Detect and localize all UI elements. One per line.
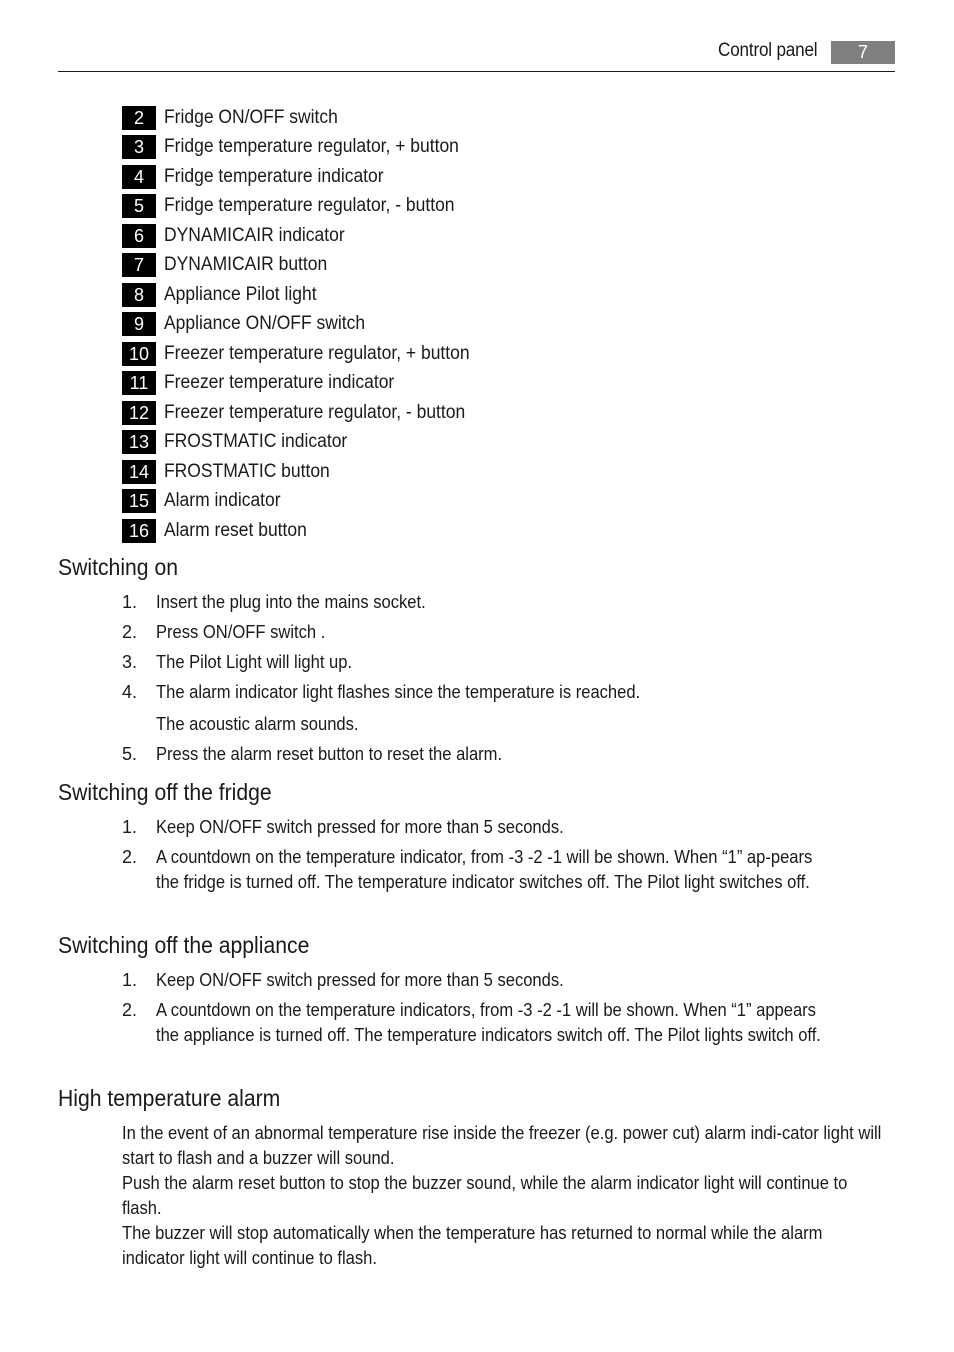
legend-label: Freezer temperature regulator, + button <box>164 342 470 364</box>
legend-number: 14 <box>122 459 156 484</box>
step-item: 5. Press the alarm reset button to reset … <box>122 742 892 767</box>
switching-on-steps: 1. Insert the plug into the mains socket.… <box>122 590 892 767</box>
section-title-high-temperature-alarm: High temperature alarm <box>58 1085 281 1111</box>
step-number: 2. <box>122 847 138 867</box>
step-item: 1. Keep ON/OFF switch pressed for more th… <box>122 815 892 840</box>
high-temperature-alarm-text: In the event of an abnormal temperature … <box>122 1121 886 1271</box>
legend-number: 12 <box>122 400 156 425</box>
step-text: The Pilot Light will light up. <box>156 652 353 672</box>
switching-off-fridge-steps: 1. Keep ON/OFF switch pressed for more th… <box>122 815 892 895</box>
page-number-badge: 7 <box>831 41 895 64</box>
legend-label: Appliance ON/OFF switch <box>164 313 366 335</box>
step-number: 2. <box>122 622 138 642</box>
header-title: Control panel <box>717 40 818 61</box>
legend-number: 7 <box>122 253 156 278</box>
legend-label: Fridge temperature indicator <box>164 165 384 187</box>
legend-number: 10 <box>122 341 156 366</box>
page-header: Control panel 7 <box>58 38 895 72</box>
legend-item: 16 Alarm reset button <box>122 516 496 546</box>
legend-item: 14 FROSTMATIC button <box>122 457 496 487</box>
step-item: 1. Insert the plug into the mains socket. <box>122 590 892 615</box>
switching-off-appliance-steps: 1. Keep ON/OFF switch pressed for more th… <box>122 968 892 1048</box>
legend-number: 4 <box>122 164 156 189</box>
control-panel-legend: 2 Fridge ON/OFF switch 3 Fridge temperatur… <box>122 103 496 546</box>
section-title-switching-off-fridge: Switching off the fridge <box>58 779 272 805</box>
paragraph: Push the alarm reset button to stop the … <box>122 1173 848 1218</box>
legend-number: 15 <box>122 489 156 514</box>
step-item: 4. The alarm indicator light flashes sinc… <box>122 680 892 705</box>
step-number: 5. <box>122 744 138 764</box>
step-text: Press ON/OFF switch . <box>156 622 326 642</box>
step-note-text: The acoustic alarm sounds. <box>156 714 359 734</box>
legend-number: 5 <box>122 194 156 219</box>
step-text: The alarm indicator light flashes since … <box>156 682 641 702</box>
legend-item: 13 FROSTMATIC indicator <box>122 428 496 458</box>
legend-item: 6 DYNAMICAIR indicator <box>122 221 496 251</box>
legend-label: FROSTMATIC button <box>164 460 330 482</box>
legend-label: Appliance Pilot light <box>164 283 317 305</box>
step-item: 2. Press ON/OFF switch . <box>122 620 892 645</box>
section-title-switching-off-appliance: Switching off the appliance <box>58 932 310 958</box>
step-item: 2. A countdown on the temperature indicat… <box>122 998 892 1048</box>
legend-item: 12 Freezer temperature regulator, - butto… <box>122 398 496 428</box>
step-item: 3. The Pilot Light will light up. <box>122 650 892 675</box>
step-item: 1. Keep ON/OFF switch pressed for more th… <box>122 968 892 993</box>
step-text: Keep ON/OFF switch pressed for more than… <box>156 817 564 837</box>
legend-number: 3 <box>122 135 156 160</box>
legend-item: 3 Fridge temperature regulator, + button <box>122 133 496 163</box>
legend-label: Fridge ON/OFF switch <box>164 106 338 128</box>
legend-number: 13 <box>122 430 156 455</box>
step-text: A countdown on the temperature indicator… <box>156 1000 821 1045</box>
legend-number: 2 <box>122 105 156 130</box>
legend-item: 5 Fridge temperature regulator, - button <box>122 192 496 222</box>
legend-number: 11 <box>122 371 156 396</box>
step-item: 2. A countdown on the temperature indicat… <box>122 845 892 895</box>
legend-item: 11 Freezer temperature indicator <box>122 369 496 399</box>
section-title-switching-on: Switching on <box>58 554 178 580</box>
step-text: Press the alarm reset button to reset th… <box>156 744 503 764</box>
step-number: 3. <box>122 652 138 672</box>
legend-item: 4 Fridge temperature indicator <box>122 162 496 192</box>
legend-item: 10 Freezer temperature regulator, + butto… <box>122 339 496 369</box>
legend-label: DYNAMICAIR button <box>164 254 328 276</box>
legend-item: 2 Fridge ON/OFF switch <box>122 103 496 133</box>
step-text: Keep ON/OFF switch pressed for more than… <box>156 970 564 990</box>
legend-label: Fridge temperature regulator, + button <box>164 136 459 158</box>
legend-label: FROSTMATIC indicator <box>164 431 348 453</box>
legend-label: Alarm reset button <box>164 519 307 541</box>
step-number: 1. <box>122 592 138 612</box>
step-note: The acoustic alarm sounds. <box>122 712 892 737</box>
step-number: 2. <box>122 1000 138 1020</box>
legend-item: 7 DYNAMICAIR button <box>122 251 496 281</box>
legend-item: 8 Appliance Pilot light <box>122 280 496 310</box>
paragraph: The buzzer will stop automatically when … <box>122 1223 823 1268</box>
legend-number: 9 <box>122 312 156 337</box>
step-text: Insert the plug into the mains socket. <box>156 592 426 612</box>
legend-number: 16 <box>122 518 156 543</box>
legend-label: DYNAMICAIR indicator <box>164 224 345 246</box>
legend-number: 8 <box>122 282 156 307</box>
step-number: 1. <box>122 817 138 837</box>
legend-number: 6 <box>122 223 156 248</box>
step-number: 4. <box>122 682 138 702</box>
legend-item: 15 Alarm indicator <box>122 487 496 517</box>
legend-label: Freezer temperature regulator, - button <box>164 401 466 423</box>
step-number: 1. <box>122 970 138 990</box>
legend-item: 9 Appliance ON/OFF switch <box>122 310 496 340</box>
legend-label: Freezer temperature indicator <box>164 372 395 394</box>
legend-label: Fridge temperature regulator, - button <box>164 195 455 217</box>
paragraph: In the event of an abnormal temperature … <box>122 1123 882 1168</box>
legend-label: Alarm indicator <box>164 490 281 512</box>
step-text: A countdown on the temperature indicator… <box>156 847 813 892</box>
